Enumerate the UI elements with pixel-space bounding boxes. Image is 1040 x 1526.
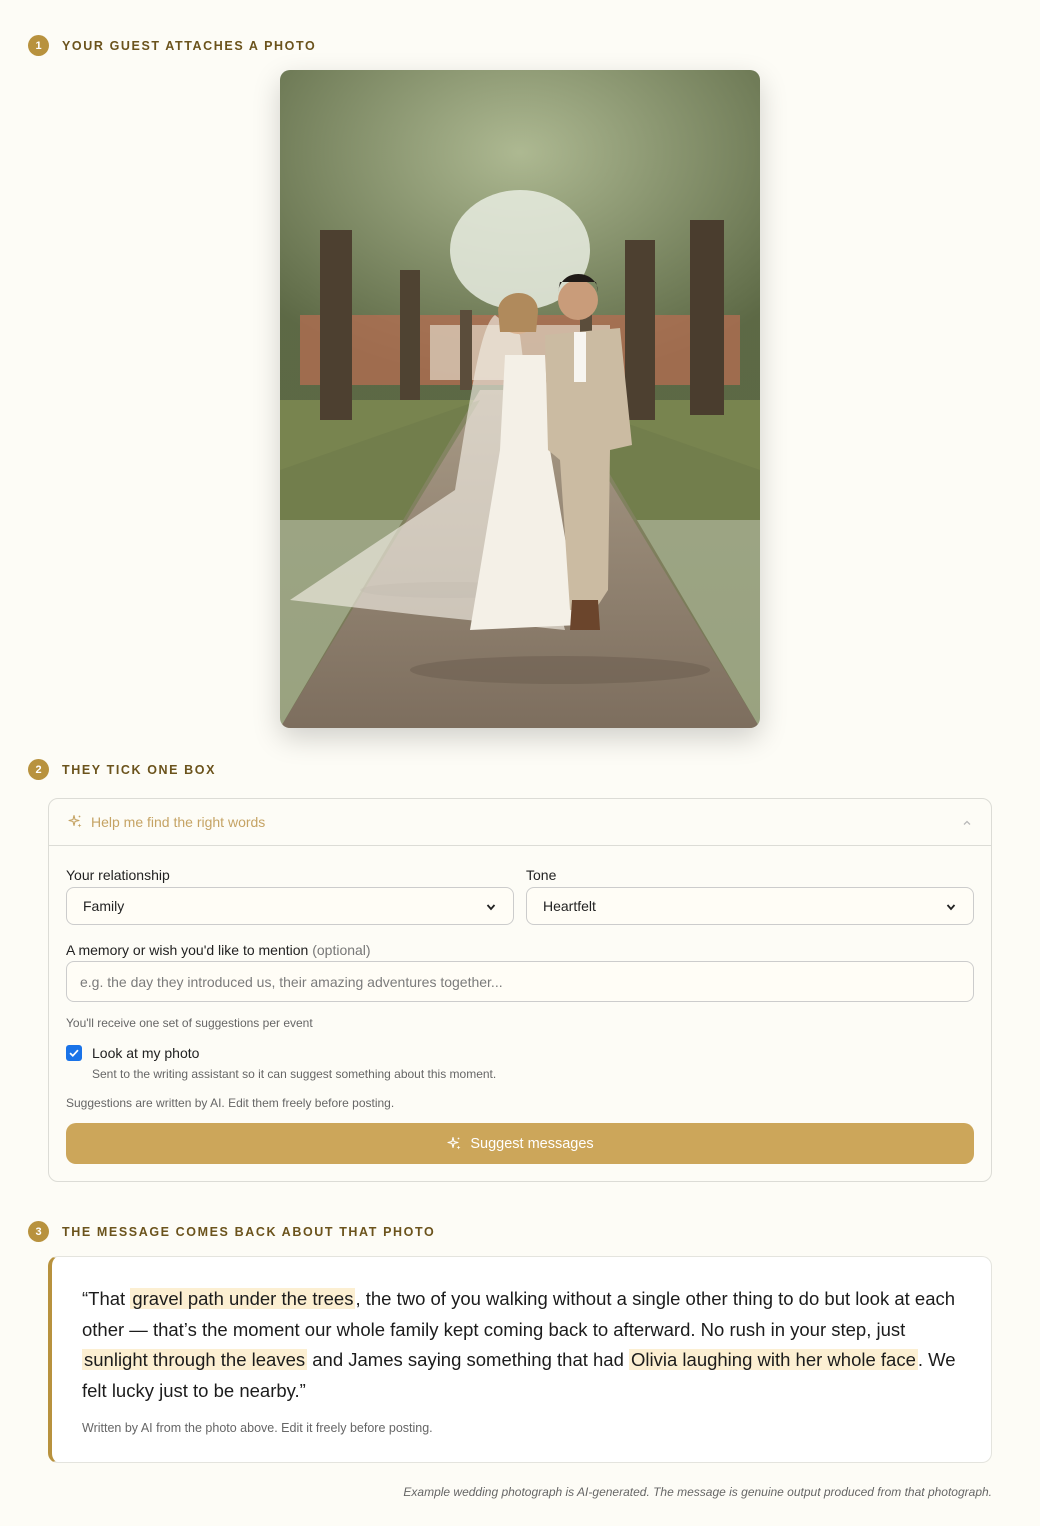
chevron-down-icon: [485, 900, 497, 912]
memory-input[interactable]: e.g. the day they introduced us, their a…: [66, 961, 974, 1002]
message-highlight: Olivia laughing with her whole face: [629, 1349, 918, 1371]
look-at-photo-checkbox[interactable]: [66, 1045, 82, 1061]
message-highlight: sunlight through the leaves: [82, 1349, 308, 1371]
relationship-value: Family: [83, 898, 125, 914]
tone-value: Heartfelt: [543, 898, 596, 914]
step-2-heading: 2 They tick one box: [28, 759, 216, 780]
step-1-number: 1: [28, 35, 49, 56]
memory-optional-text: (optional): [312, 942, 371, 958]
memory-label: A memory or wish you'd like to mention (…: [66, 942, 371, 958]
check-icon: [69, 1049, 79, 1058]
tone-select[interactable]: Heartfelt: [526, 887, 974, 925]
quota-note: You'll receive one set of suggestions pe…: [66, 1016, 313, 1030]
step-3-number: 3: [28, 1221, 49, 1242]
tone-label: Tone: [526, 867, 557, 883]
memory-placeholder: e.g. the day they introduced us, their a…: [80, 973, 503, 990]
step-3-heading: 3 The message comes back about that phot…: [28, 1221, 435, 1242]
message-ai-note: Written by AI from the photo above. Edit…: [82, 1421, 433, 1435]
form-header-toggle[interactable]: Help me find the right words: [49, 799, 991, 846]
step-2-label: They tick one box: [62, 762, 217, 777]
suggest-messages-label: Suggest messages: [470, 1135, 594, 1152]
sparkle-icon: [446, 1136, 462, 1152]
wedding-photo: [280, 70, 760, 728]
suggestion-form-card: Help me find the right words Your relati…: [48, 798, 992, 1182]
step-3-label: The message comes back about that photo: [62, 1224, 436, 1239]
photo-disclaimer: Example wedding photograph is AI-generat…: [403, 1485, 992, 1499]
step-1-heading: 1 Your guest attaches a photo: [28, 35, 316, 56]
look-at-photo-label[interactable]: Look at my photo: [92, 1045, 199, 1061]
look-at-photo-desc: Sent to the writing assistant so it can …: [92, 1067, 497, 1081]
sparkle-icon: [67, 814, 83, 830]
step-2-number: 2: [28, 759, 49, 780]
generated-message-card: “That gravel path under the trees, the t…: [48, 1256, 992, 1463]
message-part: and James saying something that had: [307, 1349, 630, 1371]
step-1-label: Your guest attaches a photo: [62, 38, 317, 53]
message-highlight: gravel path under the trees: [130, 1288, 356, 1309]
relationship-label: Your relationship: [66, 867, 170, 883]
chevron-up-icon[interactable]: [961, 816, 973, 828]
chevron-down-icon: [945, 900, 957, 912]
memory-label-text: A memory or wish you'd like to mention: [66, 942, 309, 958]
ai-note: Suggestions are written by AI. Edit them…: [66, 1096, 395, 1110]
message-part: “That: [82, 1288, 131, 1309]
form-header-title: Help me find the right words: [91, 814, 266, 830]
relationship-select[interactable]: Family: [66, 887, 514, 925]
suggest-messages-button[interactable]: Suggest messages: [66, 1123, 974, 1164]
generated-message-text: “That gravel path under the trees, the t…: [82, 1284, 962, 1406]
